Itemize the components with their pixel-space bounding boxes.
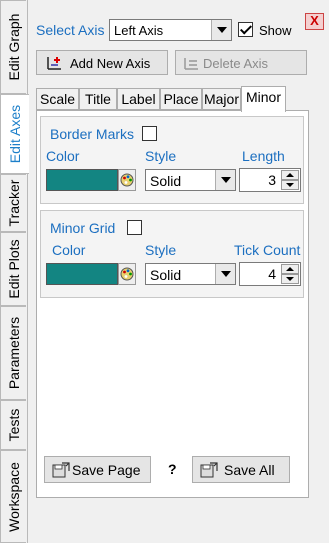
side-tab-label: Edit Axes: [7, 104, 23, 164]
close-icon: X: [310, 13, 319, 28]
select-axis-dropdown[interactable]: Left Axis: [109, 19, 232, 41]
select-axis-label: Select Axis: [36, 22, 105, 38]
save-page-label: Save Page: [72, 462, 141, 478]
side-tab-edit-plots[interactable]: Edit Plots: [0, 232, 26, 306]
tab-label: Scale: [39, 91, 76, 107]
border-marks-length-label: Length: [242, 148, 285, 164]
tab-label: Major: [203, 91, 239, 107]
minor-grid-checkbox[interactable]: [127, 220, 142, 235]
save-page-button[interactable]: Save Page: [44, 456, 151, 483]
help-icon[interactable]: ?: [168, 461, 177, 477]
side-tab-label: Tests: [5, 408, 22, 442]
side-tab-strip: Edit Graph Edit Axes Tracker Edit Plots …: [0, 0, 29, 543]
add-axis-button[interactable]: Add New Axis: [36, 50, 168, 75]
tab-title[interactable]: Title: [79, 88, 117, 110]
side-tab-label: Edit Plots: [5, 239, 22, 299]
tab-label: Place: [163, 91, 199, 107]
minor-grid-style-value: Solid: [150, 267, 182, 283]
stepper-down-icon[interactable]: [281, 180, 299, 190]
side-tab-tracker[interactable]: Tracker: [0, 174, 26, 232]
tab-scale[interactable]: Scale: [36, 88, 79, 110]
border-marks-length-stepper[interactable]: 3: [239, 168, 301, 192]
side-tab-edit-axes[interactable]: Edit Axes: [0, 94, 29, 174]
side-tab-tests[interactable]: Tests: [0, 400, 26, 450]
side-divider: [27, 0, 28, 543]
minor-grid-color-swatch[interactable]: [46, 263, 118, 285]
border-marks-checkbox[interactable]: [142, 126, 157, 141]
tab-label: Minor: [245, 89, 281, 105]
stepper-up-icon[interactable]: [281, 170, 299, 180]
stepper-down-icon[interactable]: [281, 274, 299, 284]
chevron-down-icon[interactable]: [211, 20, 231, 40]
border-marks-group: Border Marks Color Style Length Solid 3: [40, 116, 304, 204]
tab-minor[interactable]: Minor: [241, 86, 286, 112]
tab-label: Title: [85, 91, 111, 107]
border-marks-color-label: Color: [46, 148, 80, 164]
palette-icon-glyph: [120, 173, 134, 187]
palette-icon-glyph: [120, 267, 134, 281]
minor-grid-color-label: Color: [52, 242, 86, 258]
side-tab-label: Tracker: [5, 179, 22, 227]
side-tab-workspace[interactable]: Workspace: [0, 450, 26, 543]
show-checkbox[interactable]: [238, 22, 253, 37]
tab-label: Label: [121, 91, 156, 107]
add-axis-label: Add New Axis: [70, 56, 151, 71]
delete-axis-button[interactable]: Delete Axis: [175, 50, 307, 75]
palette-icon[interactable]: [118, 169, 136, 191]
border-marks-style-label: Style: [145, 148, 177, 164]
side-tab-label: Parameters: [5, 316, 22, 390]
save-all-label: Save All: [224, 462, 275, 478]
side-tab-label: Edit Graph: [5, 13, 22, 81]
minor-grid-title: Minor Grid: [50, 220, 116, 236]
delete-axis-label: Delete Axis: [203, 56, 269, 71]
side-tab-edit-graph[interactable]: Edit Graph: [0, 0, 26, 94]
palette-icon[interactable]: [118, 263, 136, 285]
minor-grid-count-stepper[interactable]: 4: [239, 262, 301, 286]
save-page-icon: [52, 462, 70, 478]
border-marks-style-value: Solid: [150, 173, 182, 189]
minor-grid-count-value: 4: [268, 266, 276, 282]
save-all-button[interactable]: Save All: [192, 456, 290, 483]
minor-grid-group: Minor Grid Color Style Tick Count Solid …: [40, 210, 304, 298]
minor-grid-style-dropdown[interactable]: Solid: [145, 263, 236, 285]
stepper-up-icon[interactable]: [281, 264, 299, 274]
tab-major[interactable]: Major: [202, 88, 241, 110]
tab-label[interactable]: Label: [117, 88, 160, 110]
border-marks-style-dropdown[interactable]: Solid: [145, 169, 236, 191]
side-tab-label: Workspace: [5, 461, 22, 532]
select-axis-value: Left Axis: [114, 23, 164, 38]
minor-tab-panel: Border Marks Color Style Length Solid 3 …: [36, 110, 309, 498]
border-marks-length-value: 3: [268, 172, 276, 188]
minor-grid-style-label: Style: [145, 242, 177, 258]
add-axis-icon: [47, 57, 61, 70]
chevron-down-icon[interactable]: [215, 170, 235, 190]
tab-place[interactable]: Place: [160, 88, 202, 110]
save-all-icon: [200, 462, 218, 478]
border-marks-color-swatch[interactable]: [46, 169, 118, 191]
border-marks-title: Border Marks: [50, 126, 135, 142]
delete-axis-icon: [184, 58, 198, 70]
minor-grid-count-label: Tick Count: [234, 242, 301, 258]
close-button[interactable]: X: [305, 13, 324, 30]
chevron-down-icon[interactable]: [215, 264, 235, 284]
show-label: Show: [259, 23, 292, 38]
side-tab-parameters[interactable]: Parameters: [0, 306, 26, 400]
